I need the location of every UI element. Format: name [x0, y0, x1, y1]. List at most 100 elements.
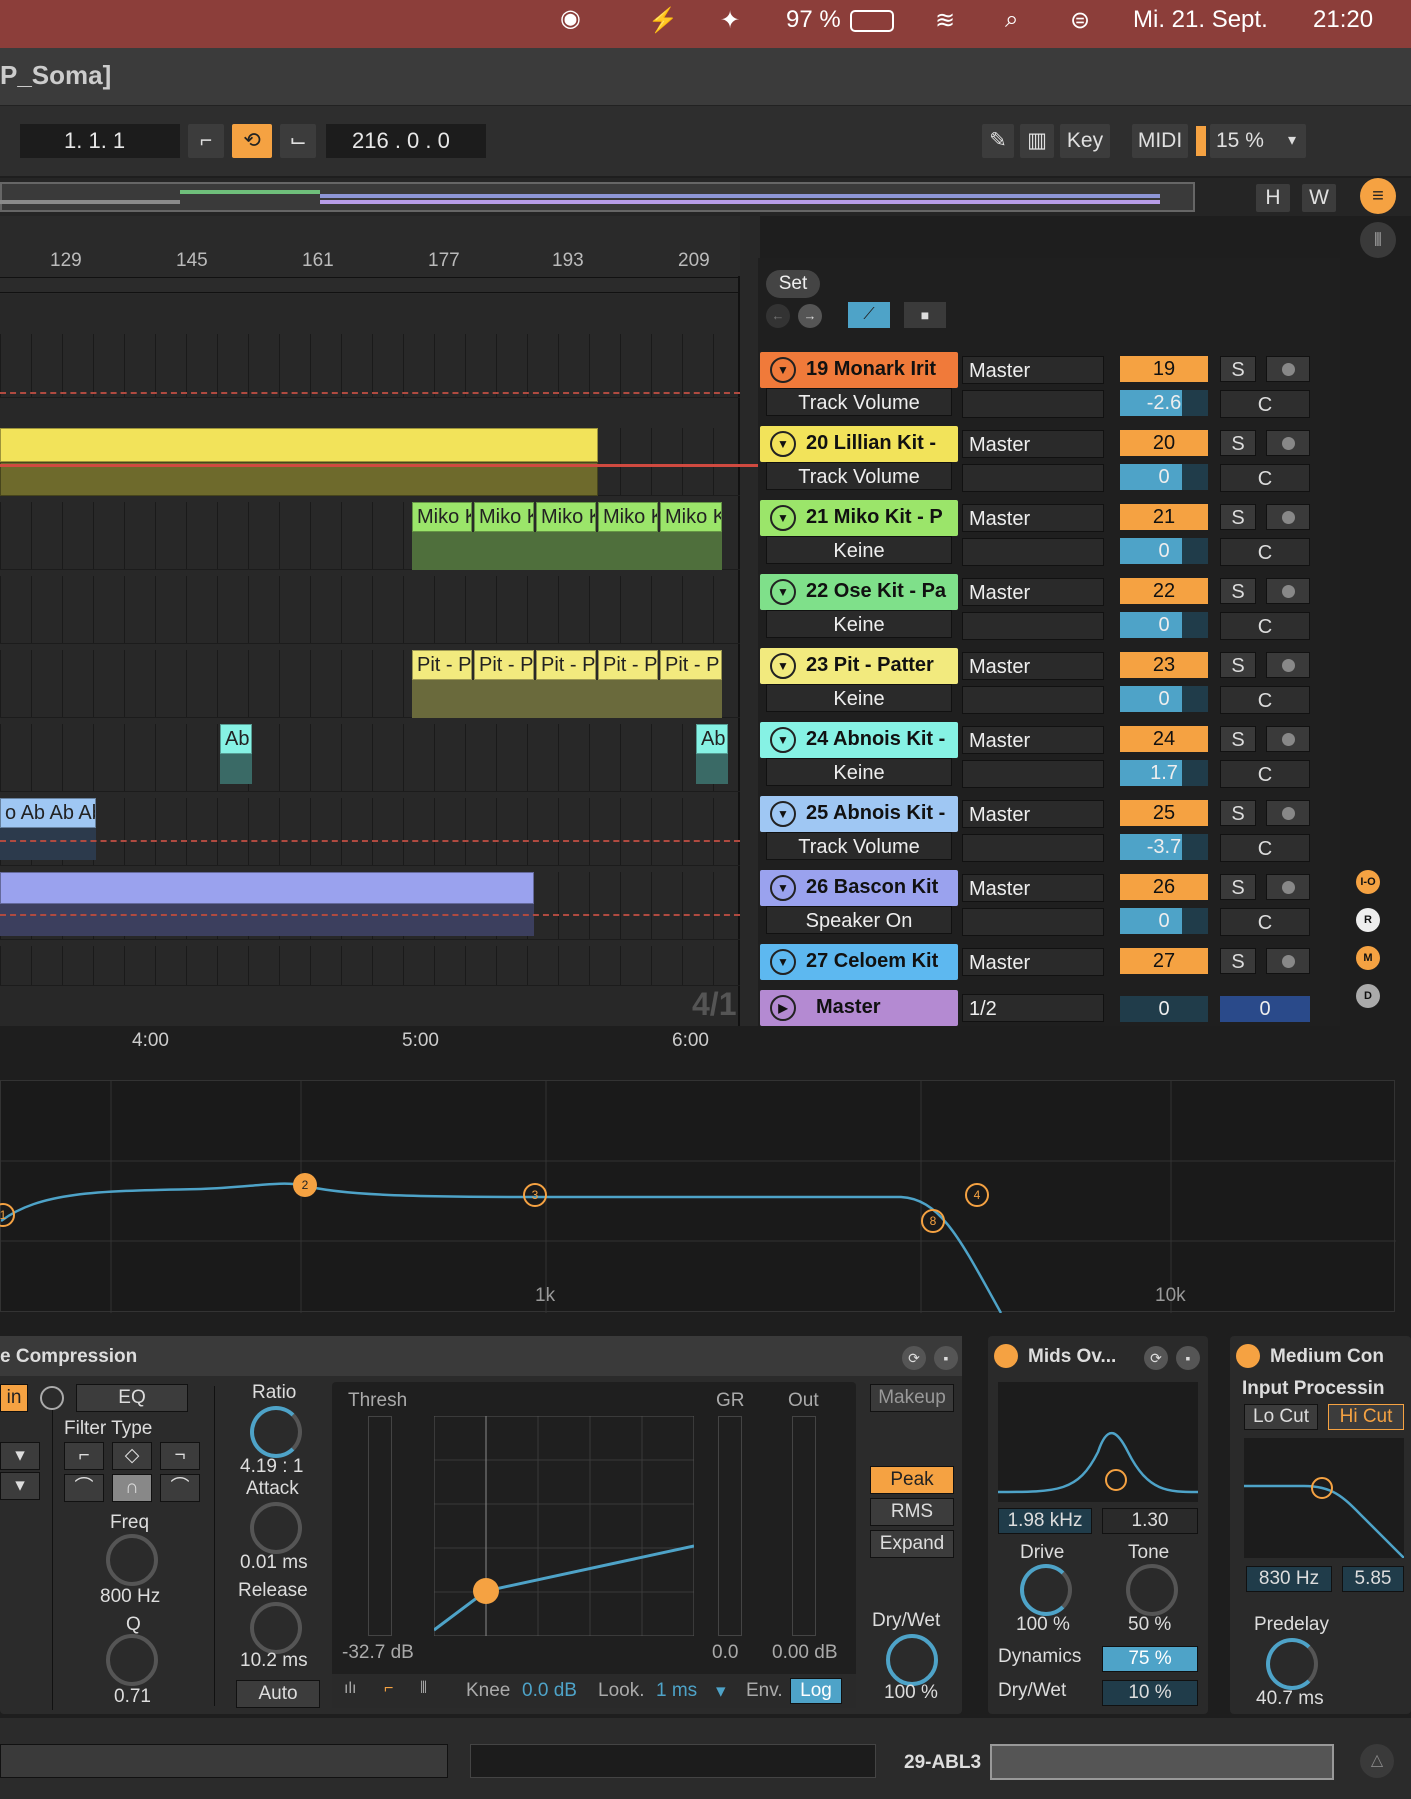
clip[interactable]: Pit - P	[598, 650, 658, 680]
expand-button[interactable]: Expand	[870, 1530, 954, 1558]
track-activator[interactable]: 27	[1120, 948, 1208, 974]
mids-freq-field[interactable]: 1.98 kHz	[998, 1508, 1092, 1534]
track-lane[interactable]	[0, 872, 740, 940]
screen-record-icon[interactable]: ◉	[560, 4, 581, 33]
track-activator[interactable]: 24	[1120, 726, 1208, 752]
output-routing-select[interactable]: Master	[962, 356, 1104, 384]
volume-field[interactable]: 0	[1120, 464, 1208, 490]
solo-button[interactable]: S	[1220, 504, 1256, 530]
output-routing-select[interactable]: Master	[962, 430, 1104, 458]
automation-control-select[interactable]: Keine	[766, 536, 952, 564]
clip[interactable]: Pit - P	[412, 650, 472, 680]
device-chain-overview[interactable]	[990, 1744, 1334, 1780]
keyboard-icon[interactable]: ▥	[1020, 124, 1054, 158]
arm-button[interactable]	[1266, 504, 1310, 530]
set-button[interactable]: Set	[766, 270, 820, 298]
arm-button[interactable]	[1266, 578, 1310, 604]
filter-peak-icon[interactable]: ∩	[112, 1474, 152, 1502]
prev-locator-icon[interactable]: ←	[766, 304, 790, 328]
lo-cut-button[interactable]: Lo Cut	[1244, 1404, 1318, 1430]
clip[interactable]: Pit - P	[660, 650, 722, 680]
pan-field[interactable]: C	[1220, 908, 1310, 936]
app2-icon[interactable]: ✦	[720, 6, 740, 35]
track-lane[interactable]: Miko K Miko K Miko K Miko K Miko K	[0, 502, 740, 570]
menubar-time[interactable]: 21:20	[1313, 6, 1373, 34]
output-routing-select[interactable]: Master	[962, 948, 1104, 976]
fold-icon[interactable]: ▼	[770, 801, 796, 827]
dropdown-1[interactable]: ▾	[0, 1442, 40, 1470]
track-header[interactable]: ▼ 20 Lillian Kit -	[760, 426, 958, 462]
filter-highpass-icon[interactable]: ¬	[160, 1442, 200, 1470]
solo-button[interactable]: S	[1220, 800, 1256, 826]
mids-filter-display[interactable]	[998, 1382, 1198, 1502]
track-header[interactable]: ▼ 22 Ose Kit - Pa	[760, 574, 958, 610]
eq-point[interactable]: 8	[921, 1209, 945, 1233]
drywet-knob[interactable]	[886, 1634, 938, 1686]
ratio-knob[interactable]	[250, 1406, 302, 1458]
device-on-icon[interactable]	[1236, 1344, 1260, 1368]
fold-icon[interactable]: ▼	[770, 949, 796, 975]
wifi-icon[interactable]: ≋	[935, 6, 955, 35]
eq-button[interactable]: EQ	[76, 1384, 188, 1412]
save-preset-icon[interactable]: ▪	[934, 1346, 958, 1370]
loop-brace[interactable]	[0, 277, 740, 293]
eq-point[interactable]: 3	[523, 1183, 547, 1207]
track-header[interactable]: ▼ 26 Bascon Kit	[760, 870, 958, 906]
view-collapsed-icon[interactable]: ılı	[344, 1680, 356, 1698]
midi-map-button[interactable]: MIDI	[1132, 124, 1188, 158]
volume-field[interactable]: 0	[1120, 908, 1208, 934]
save-preset-icon[interactable]: ▪	[1176, 1346, 1200, 1370]
solo-button[interactable]: S	[1220, 356, 1256, 382]
lock-icon[interactable]: ■	[904, 302, 946, 328]
release-knob[interactable]	[250, 1602, 302, 1654]
track-lane[interactable]: o Ab Ab Ab	[0, 798, 740, 866]
output-routing-select[interactable]: Master	[962, 578, 1104, 606]
mids-q-field[interactable]: 1.30	[1102, 1508, 1198, 1534]
hotswap-icon[interactable]: ⟳	[902, 1346, 926, 1370]
clip[interactable]: Ab	[220, 724, 252, 754]
returns-toggle[interactable]: R	[1356, 908, 1380, 932]
fold-icon[interactable]: ▼	[770, 653, 796, 679]
master-output-select[interactable]: 1/2	[962, 994, 1104, 1022]
knee-value[interactable]: 0.0 dB	[522, 1680, 577, 1702]
loop-start-field[interactable]: 1. 1. 1	[20, 124, 180, 158]
fold-icon[interactable]: ▼	[770, 505, 796, 531]
battery-icon[interactable]	[850, 10, 894, 32]
automation-control-select[interactable]: Keine	[766, 684, 952, 712]
transfer-curve[interactable]	[434, 1416, 694, 1636]
volume-field[interactable]: 1.7	[1120, 760, 1208, 786]
sidechain-button[interactable]: in	[0, 1384, 28, 1412]
output-routing-select[interactable]: Master	[962, 652, 1104, 680]
peak-button[interactable]: Peak	[870, 1466, 954, 1494]
track-activator[interactable]: 21	[1120, 504, 1208, 530]
track-lane[interactable]: Ab Ab	[0, 724, 740, 792]
overview-h-button[interactable]: H	[1256, 184, 1290, 212]
expand-icon[interactable]: △	[1360, 1744, 1394, 1778]
pan-field[interactable]: C	[1220, 390, 1310, 418]
track-header[interactable]: ▼ 19 Monark Irit	[760, 352, 958, 388]
filter-bandpass-icon[interactable]: ◇	[112, 1442, 152, 1470]
output-routing-select[interactable]: Master	[962, 874, 1104, 902]
mixer-toggle[interactable]: M	[1356, 946, 1380, 970]
arm-button[interactable]	[1266, 800, 1310, 826]
punch-out-button[interactable]: ⌙	[280, 124, 316, 158]
menubar-date[interactable]: Mi. 21. Sept.	[1133, 6, 1268, 34]
automation-control-select[interactable]: Track Volume	[766, 388, 952, 416]
view-activity-icon[interactable]: ⦀	[420, 1680, 427, 1698]
clip[interactable]: Miko K	[536, 502, 596, 532]
fold-icon[interactable]: ▼	[770, 579, 796, 605]
q-knob[interactable]	[106, 1634, 158, 1686]
automation-control-select[interactable]: Track Volume	[766, 462, 952, 490]
fold-icon[interactable]: ▶	[770, 995, 796, 1021]
track-lane[interactable]: Pit - P Pit - P Pit - P Pit - P Pit - P	[0, 650, 740, 718]
delay-toggle[interactable]: D	[1356, 984, 1380, 1008]
track-lane[interactable]	[0, 334, 740, 398]
dynamics-slider[interactable]: 75 %	[1102, 1646, 1198, 1672]
solo-button[interactable]: S	[1220, 652, 1256, 678]
clip[interactable]: o Ab Ab Ab	[0, 798, 96, 828]
pan-field[interactable]: C	[1220, 538, 1310, 566]
arm-button[interactable]	[1266, 356, 1310, 382]
solo-button[interactable]: S	[1220, 726, 1256, 752]
automation-control-select[interactable]: Keine	[766, 758, 952, 786]
medium-value-field[interactable]: 5.85	[1342, 1566, 1404, 1592]
